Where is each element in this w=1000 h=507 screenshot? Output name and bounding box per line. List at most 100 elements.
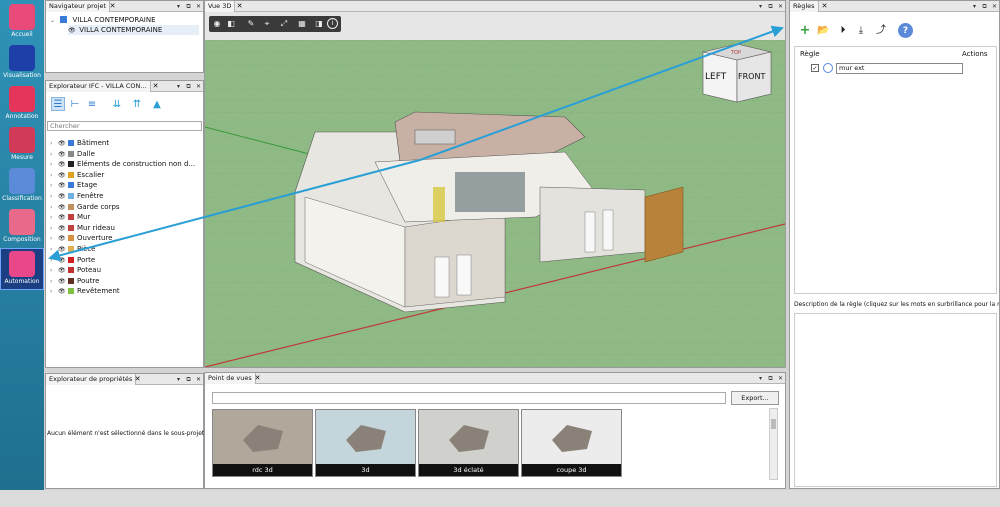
ifc-tree-item[interactable]: › 👁 Revêtement — [50, 286, 120, 296]
dropdown-icon[interactable]: ▾ — [174, 374, 183, 385]
viewpoints-tab[interactable]: Point de vues — [205, 373, 256, 384]
dropdown-icon[interactable]: ▾ — [174, 81, 183, 92]
eye-icon[interactable]: 👁 — [68, 26, 77, 36]
close-icon[interactable]: ✕ — [151, 81, 160, 92]
eye-icon[interactable]: 👁 — [58, 287, 67, 297]
scrollbar[interactable] — [769, 408, 778, 480]
play-icon[interactable]: ⏵ — [836, 23, 850, 37]
expand-icon[interactable]: › — [50, 203, 58, 213]
import-icon[interactable]: ⤓ — [854, 23, 868, 37]
up-icon[interactable]: ▲ — [150, 97, 164, 111]
expand-icon[interactable]: › — [50, 150, 58, 160]
rules-tab[interactable]: Règles — [790, 1, 819, 12]
eye-icon[interactable]: 👁 — [58, 213, 67, 223]
ruler-icon[interactable]: ▦ — [297, 19, 307, 29]
ifc-tree-item[interactable]: › 👁 Mur rideau — [50, 223, 115, 233]
box-select-icon[interactable]: ◉ — [212, 19, 222, 29]
expand-icon[interactable]: › — [50, 181, 58, 191]
hierarchy-icon[interactable]: ⊢ — [68, 97, 82, 111]
nav-classification[interactable]: Classification — [0, 166, 44, 208]
expand-icon[interactable]: › — [50, 256, 58, 266]
viewpoint-name-input[interactable] — [212, 392, 726, 404]
section-icon[interactable]: ◨ — [314, 19, 324, 29]
ifc-explorer-tab[interactable]: Explorateur IFC - VILLA CON... — [46, 81, 151, 92]
nav-visualisation[interactable]: Visualisation — [0, 43, 44, 85]
float-icon[interactable]: ⧉ — [184, 374, 193, 385]
ifc-tree-item[interactable]: › 👁 Poutre — [50, 276, 99, 286]
eye-icon[interactable]: 👁 — [58, 192, 67, 202]
float-icon[interactable]: ⧉ — [980, 1, 989, 12]
viewpoint-thumbnail[interactable]: rdc 3d — [212, 409, 313, 477]
eye-icon[interactable]: 👁 — [58, 181, 67, 191]
ifc-tree-item[interactable]: › 👁 Porte — [50, 255, 95, 265]
add-icon[interactable]: + — [798, 23, 812, 38]
view-cube[interactable]: TOP LEFT FRONT — [702, 43, 772, 103]
dropdown-icon[interactable]: ▾ — [174, 1, 183, 12]
expand-icon[interactable]: › — [50, 245, 58, 255]
dropdown-icon[interactable]: ▾ — [756, 373, 765, 384]
expand-icon[interactable]: › — [50, 224, 58, 234]
float-icon[interactable]: ⧉ — [184, 1, 193, 12]
float-icon[interactable]: ⧉ — [766, 373, 775, 384]
close-icon[interactable]: ✕ — [194, 1, 203, 12]
info-icon[interactable]: i — [327, 18, 338, 29]
expand-icon[interactable]: › — [50, 277, 58, 287]
expand-icon[interactable]: › — [50, 213, 58, 223]
view3d-tab[interactable]: Vue 3D — [205, 1, 236, 12]
dropdown-icon[interactable]: ▾ — [756, 1, 765, 12]
tree-child[interactable]: 👁 VILLA CONTEMPORAINE — [68, 25, 199, 35]
ifc-tree-item[interactable]: › 👁 Bâtiment — [50, 138, 109, 148]
expand-icon[interactable]: › — [50, 287, 58, 297]
viewpoint-thumbnail[interactable]: 3d éclaté — [418, 409, 519, 477]
ifc-tree-item[interactable]: › 👁 Pièce — [50, 244, 95, 254]
eye-icon[interactable]: 👁 — [58, 266, 67, 276]
ifc-tree-item[interactable]: › 👁 Eléments de construction non d... — [50, 159, 195, 169]
close-icon[interactable]: ✕ — [776, 1, 785, 12]
expand-icon[interactable]: › — [50, 160, 58, 170]
open-folder-icon[interactable]: 📂 — [816, 23, 830, 37]
viewpoint-thumbnail[interactable]: 3d — [315, 409, 416, 477]
collapse-all-icon[interactable]: ⇈ — [130, 97, 144, 111]
nav-annotation[interactable]: Annotation — [0, 84, 44, 126]
eye-icon[interactable]: 👁 — [58, 150, 67, 160]
close-icon[interactable]: ✕ — [253, 373, 262, 384]
walk-icon[interactable]: ⌖ — [262, 19, 272, 29]
close-icon[interactable]: ✕ — [990, 1, 999, 12]
close-icon[interactable]: ✕ — [776, 373, 785, 384]
expand-icon[interactable]: › — [50, 192, 58, 202]
cube-icon[interactable]: ◧ — [226, 19, 236, 29]
expand-icon[interactable]: › — [50, 266, 58, 276]
properties-tab[interactable]: Explorateur de propriétés — [46, 374, 137, 385]
pencil-icon[interactable]: ✎ — [246, 19, 256, 29]
eye-icon[interactable]: 👁 — [58, 224, 67, 234]
eye-icon[interactable]: 👁 — [58, 139, 67, 149]
expand-icon[interactable]: › — [50, 171, 58, 181]
close-icon[interactable]: ✕ — [194, 81, 203, 92]
fit-icon[interactable]: ⤢ — [279, 19, 289, 29]
nav-composition[interactable]: Composition — [0, 207, 44, 249]
ifc-tree-item[interactable]: › 👁 Dalle — [50, 149, 95, 159]
tree-root[interactable]: ⌄ VILLA CONTEMPORAINE — [50, 15, 156, 25]
close-icon[interactable]: ✕ — [108, 1, 117, 12]
project-navigator-tab[interactable]: Navigateur projet — [46, 1, 110, 12]
rule-row[interactable]: ✓ mur ext — [811, 63, 991, 74]
close-icon[interactable]: ✕ — [235, 1, 244, 12]
eye-icon[interactable]: 👁 — [58, 203, 67, 213]
ifc-tree-item[interactable]: › 👁 Etage — [50, 180, 97, 190]
ifc-tree-item[interactable]: › 👁 Fenêtre — [50, 191, 103, 201]
nav-automation[interactable]: Automation — [0, 248, 44, 290]
close-icon[interactable]: ✕ — [820, 1, 829, 12]
tree-view-icon[interactable]: ☰ — [51, 97, 65, 111]
expand-all-icon[interactable]: ⇊ — [110, 97, 124, 111]
ifc-tree-item[interactable]: › 👁 Mur — [50, 212, 90, 222]
help-icon[interactable]: ? — [898, 23, 913, 38]
list-icon[interactable]: ≡ — [85, 97, 99, 111]
eye-icon[interactable]: 👁 — [58, 160, 67, 170]
expand-icon[interactable]: › — [50, 234, 58, 244]
float-icon[interactable]: ⧉ — [184, 81, 193, 92]
dropdown-icon[interactable]: ▾ — [970, 1, 979, 12]
float-icon[interactable]: ⧉ — [766, 1, 775, 12]
eye-icon[interactable]: 👁 — [58, 234, 67, 244]
collapse-icon[interactable]: ⌄ — [50, 16, 58, 26]
rule-checkbox[interactable]: ✓ — [811, 64, 819, 72]
